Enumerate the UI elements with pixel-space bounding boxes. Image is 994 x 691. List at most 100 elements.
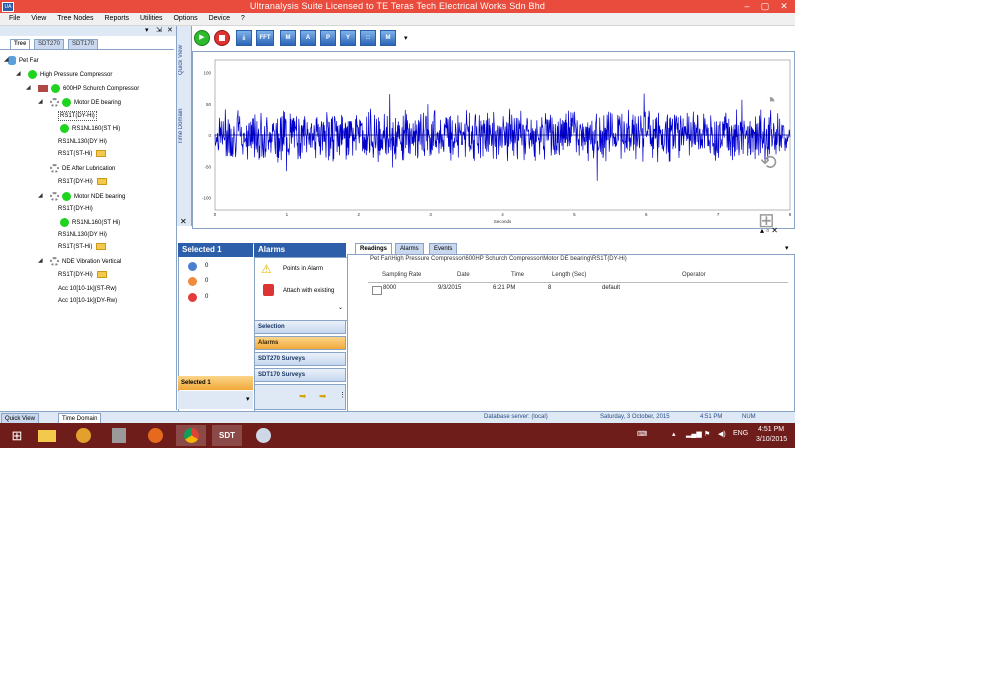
nav-sdt170-surveys[interactable]: SDT170 Surveys: [254, 368, 346, 382]
peak-button[interactable]: P: [320, 30, 336, 46]
tree-node[interactable]: RS1T(DY-Hi): [58, 271, 107, 279]
amplitude-button[interactable]: A: [300, 30, 316, 46]
paint-button[interactable]: [248, 425, 278, 446]
chrome-button[interactable]: [176, 425, 206, 446]
menu-view[interactable]: View: [31, 13, 46, 25]
fft-button[interactable]: FFT: [256, 30, 274, 46]
toolbar-overflow-icon[interactable]: ▾: [404, 34, 408, 42]
start-button[interactable]: ⊞: [2, 425, 32, 446]
tree-node[interactable]: RS1T(DY-Hi): [58, 205, 93, 213]
nav-selection[interactable]: Selection: [254, 320, 346, 334]
arrow-icon[interactable]: ➥: [319, 391, 327, 402]
tree-node[interactable]: Acc 10[10-1k](DY-Rw): [58, 297, 117, 305]
status-ok-icon: [62, 98, 71, 107]
maximize-button[interactable]: ▢: [755, 0, 775, 13]
x-tick-label: 4: [501, 212, 504, 217]
selected-footer: ▾: [178, 391, 253, 409]
x-tick-label: 7: [717, 212, 720, 217]
readings-menu-icon[interactable]: ▾: [785, 244, 789, 252]
y-axis-button[interactable]: Y: [340, 30, 356, 46]
volume-icon[interactable]: ◀): [718, 430, 726, 438]
tree-node[interactable]: RS1NL130(DY Hi): [58, 231, 107, 239]
x-axis-label: Seconds: [494, 219, 512, 224]
scroll-down-icon[interactable]: ▾: [246, 395, 250, 403]
tree-node[interactable]: RS1NL130(DY Hi): [58, 138, 107, 146]
tree-node[interactable]: RS1T(DY-Hi): [58, 111, 97, 121]
collapse-icon[interactable]: ◢: [16, 70, 21, 77]
tree-node[interactable]: DE After Lubrication: [50, 164, 115, 173]
col-length[interactable]: Length (Sec): [552, 272, 586, 278]
tree-node[interactable]: RS1T(ST-Hi): [58, 243, 107, 251]
firefox-button[interactable]: [140, 425, 170, 446]
orange-count: 0: [205, 278, 209, 284]
network-icon[interactable]: ▂▄▆: [686, 430, 702, 438]
tree-node[interactable]: RS1NL160(ST Hi): [60, 124, 120, 133]
tree-node[interactable]: RS1T(DY-Hi): [58, 178, 107, 186]
nav-alarms[interactable]: Alarms: [254, 336, 346, 350]
col-operator[interactable]: Operator: [682, 272, 706, 278]
tree-node[interactable]: Pet Far: [8, 56, 39, 65]
expand-tray-icon[interactable]: ▴: [672, 430, 676, 438]
window-button[interactable]: □: [360, 30, 376, 46]
tab-time-domain[interactable]: Time Domain: [178, 96, 190, 156]
col-date[interactable]: Date: [457, 272, 470, 278]
tree-node[interactable]: NDE Vibration Vertical: [50, 257, 121, 266]
explorer-button[interactable]: [32, 425, 62, 446]
panel-menu-icon[interactable]: ▾: [145, 26, 149, 36]
alarms-scroll-icon[interactable]: ⌄: [338, 304, 343, 311]
menu-utilities[interactable]: Utilities: [140, 13, 163, 25]
nav-sdt270-surveys[interactable]: SDT270 Surveys: [254, 352, 346, 366]
tree-node[interactable]: 600HP Schurch Compressor: [38, 84, 139, 93]
tree-node[interactable]: Motor NDE bearing: [50, 192, 125, 201]
menu-help[interactable]: ?: [241, 13, 245, 25]
collapse-icon[interactable]: ◢: [26, 84, 31, 91]
sync-overlay-icon[interactable]: ⟲: [760, 150, 777, 175]
export-button[interactable]: ⤓: [236, 30, 252, 46]
clock-date[interactable]: 3/10/2015: [756, 436, 787, 443]
flag-icon[interactable]: ⚑: [704, 430, 710, 438]
chart-close-icon[interactable]: ✕: [180, 217, 187, 226]
col-sampling-rate[interactable]: Sampling Rate: [382, 272, 421, 278]
tab-quick-view[interactable]: Quick View: [178, 30, 190, 90]
menu-tree-nodes[interactable]: Tree Nodes: [57, 13, 93, 25]
app-button-1[interactable]: [68, 425, 98, 446]
arrow-icon[interactable]: ➥: [299, 391, 307, 402]
close-button[interactable]: ✕: [774, 0, 794, 13]
footer-menu-icon[interactable]: ⋮: [339, 391, 346, 399]
measure-button[interactable]: M: [280, 30, 296, 46]
clock-time[interactable]: 4:51 PM: [758, 426, 784, 433]
stop-button[interactable]: [214, 30, 230, 46]
menu-device[interactable]: Device: [209, 13, 230, 25]
keyboard-icon[interactable]: ⌨: [637, 430, 647, 438]
info-overlay-icon[interactable]: ◔: [764, 90, 776, 113]
alarm-item-attach[interactable]: Attach with existing: [283, 288, 334, 294]
row-checkbox[interactable]: [372, 286, 382, 295]
play-button[interactable]: ▶: [194, 30, 210, 46]
collapse-icon[interactable]: ◢: [38, 98, 43, 105]
pin-icon[interactable]: ⇲: [156, 26, 162, 36]
menu-options[interactable]: Options: [173, 13, 197, 25]
collapse-icon[interactable]: ◢: [38, 257, 43, 264]
collapse-icon[interactable]: ◢: [4, 56, 9, 63]
tree-node[interactable]: Motor DE bearing: [50, 98, 121, 107]
menu-file[interactable]: File: [9, 13, 20, 25]
marker-button[interactable]: M: [380, 30, 396, 46]
col-time[interactable]: Time: [511, 272, 524, 278]
selected-count-bar[interactable]: Selected 1: [178, 376, 253, 390]
panel-close-icon[interactable]: ✕: [167, 26, 173, 36]
tree-panel-header: ▾ ⇲ ✕: [0, 26, 176, 36]
minimize-button[interactable]: –: [737, 0, 757, 13]
tree-node[interactable]: High Pressure Compressor: [28, 70, 112, 79]
tree-node[interactable]: RS1NL160(ST Hi): [60, 218, 120, 227]
input-language[interactable]: ENG: [733, 430, 748, 437]
menu-reports[interactable]: Reports: [105, 13, 130, 25]
app-button-2[interactable]: [104, 425, 134, 446]
tree-node[interactable]: Acc 10[10-1k](ST-Rw): [58, 285, 117, 293]
y-tick-label: -100: [202, 196, 212, 201]
alarm-item-points[interactable]: Points in Alarm: [283, 266, 323, 272]
tree-node[interactable]: RS1T(ST-Hi): [58, 150, 107, 158]
restore-icon[interactable]: ▴ ▫ ✕: [760, 226, 778, 235]
collapse-icon[interactable]: ◢: [38, 192, 43, 199]
alarms-footer: ➥ ➥ ⋮: [254, 384, 346, 410]
sdt-button[interactable]: SDT: [212, 425, 242, 446]
